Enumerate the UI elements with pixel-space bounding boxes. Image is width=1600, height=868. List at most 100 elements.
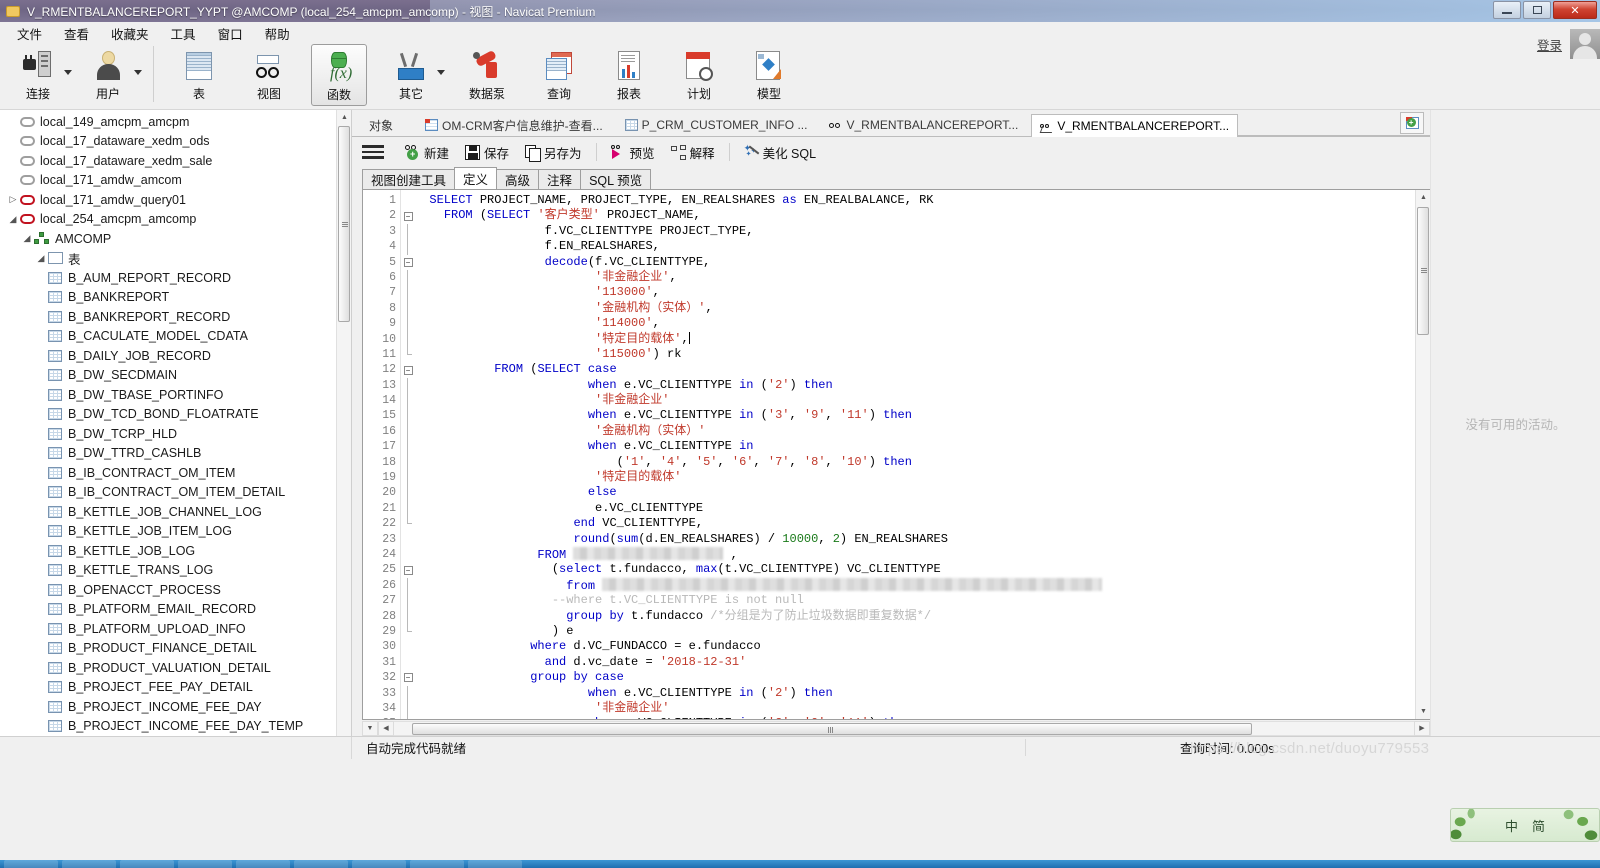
tree-item-table[interactable]: B_PROJECT_INCOME_FEE_DAY_TEMP bbox=[0, 717, 351, 737]
code-line[interactable]: when e.VC_CLIENTTYPE in ('2') then bbox=[415, 686, 1430, 701]
fold-marker[interactable]: − bbox=[401, 562, 415, 577]
chevron-down-icon[interactable] bbox=[134, 70, 142, 75]
toolbar-button-schedule[interactable]: 计划 bbox=[671, 44, 727, 106]
editor-horizontal-scrollbar[interactable]: ▼ ◀ ▶ bbox=[362, 720, 1430, 736]
toolbar-button-view[interactable]: 视图 bbox=[241, 44, 297, 106]
code-line[interactable]: '特定目的载体', bbox=[415, 332, 1430, 347]
toolbar-button-other[interactable]: 其它 bbox=[383, 44, 439, 106]
code-line[interactable]: end VC_CLIENTTYPE, bbox=[415, 516, 1430, 531]
tree-item-table[interactable]: B_DW_TBASE_PORTINFO bbox=[0, 385, 351, 405]
editor-vertical-scrollbar[interactable]: ▲ ▼ bbox=[1415, 190, 1430, 719]
fold-marker[interactable]: − bbox=[401, 362, 415, 377]
tree-item-connection[interactable]: local_149_amcpm_amcpm bbox=[0, 112, 351, 132]
menu-item-favorites[interactable]: 收藏夹 bbox=[100, 22, 160, 45]
code-line[interactable]: '114000', bbox=[415, 316, 1430, 331]
tree-item-connection[interactable]: local_17_dataware_xedm_ods bbox=[0, 132, 351, 152]
tree-item-table[interactable]: B_PROJECT_FEE_PAY_DETAIL bbox=[0, 678, 351, 698]
scroll-up-arrow[interactable]: ▲ bbox=[337, 110, 352, 125]
maximize-button[interactable] bbox=[1523, 1, 1551, 19]
tree-item-table[interactable]: B_PRODUCT_VALUATION_DETAIL bbox=[0, 658, 351, 678]
tree-item-table[interactable]: B_CACULATE_MODEL_CDATA bbox=[0, 327, 351, 347]
sidebar-scrollbar[interactable]: ▲ bbox=[336, 110, 351, 736]
hscroll-track[interactable] bbox=[394, 721, 1414, 736]
tree-item-table[interactable]: B_PLATFORM_UPLOAD_INFO bbox=[0, 619, 351, 639]
connection-tree[interactable]: local_149_amcpm_amcpmlocal_17_dataware_x… bbox=[0, 110, 351, 736]
code-line[interactable]: decode(f.VC_CLIENTTYPE, bbox=[415, 255, 1430, 270]
toolbar-button-user[interactable]: 用户 bbox=[80, 44, 136, 106]
code-line[interactable]: when e.VC_CLIENTTYPE in ('3', '9', '11')… bbox=[415, 408, 1430, 423]
document-tab[interactable]: P_CRM_CUSTOMER_INFO ... bbox=[616, 113, 817, 136]
toolbar-button-model[interactable]: 模型 bbox=[741, 44, 797, 106]
menu-item-tools[interactable]: 工具 bbox=[160, 22, 207, 45]
tree-item-table[interactable]: B_PRODUCT_FINANCE_DETAIL bbox=[0, 639, 351, 659]
code-line[interactable]: and d.vc_date = '2018-12-31' bbox=[415, 655, 1430, 670]
code-line[interactable]: '115000') rk bbox=[415, 347, 1430, 362]
hscroll-dropdown-icon[interactable]: ▼ bbox=[362, 721, 378, 736]
ime-language-bar[interactable]: 中 简 bbox=[1450, 808, 1600, 842]
code-line[interactable]: FROM (SELECT '客户类型' PROJECT_NAME, bbox=[415, 208, 1430, 223]
tree-expander[interactable]: ◢ bbox=[34, 253, 48, 264]
tree-item-tables-folder[interactable]: ◢表 bbox=[0, 249, 351, 269]
toolbar-button-table[interactable]: 表 bbox=[171, 44, 227, 106]
object-tree-sidebar[interactable]: local_149_amcpm_amcpmlocal_17_dataware_x… bbox=[0, 110, 352, 736]
menu-item-view[interactable]: 查看 bbox=[53, 22, 100, 45]
code-line[interactable]: when e.VC_CLIENTTYPE in bbox=[415, 439, 1430, 454]
code-line[interactable]: group by t.fundacco /*分组是为了防止垃圾数据即重复数据*/ bbox=[415, 609, 1430, 624]
new-tab-button[interactable]: + bbox=[1400, 112, 1424, 134]
tree-item-schema[interactable]: ◢AMCOMP bbox=[0, 229, 351, 249]
explain-button[interactable]: 解释 bbox=[664, 141, 722, 164]
editor-scroll-thumb[interactable] bbox=[1417, 207, 1429, 335]
chevron-down-icon[interactable] bbox=[437, 70, 445, 75]
scroll-down-arrow[interactable]: ▼ bbox=[1416, 704, 1430, 719]
tree-item-table[interactable]: B_DW_TTRD_CASHLB bbox=[0, 444, 351, 464]
tree-expander[interactable]: ◢ bbox=[20, 233, 34, 244]
toolbar-button-report[interactable]: 报表 bbox=[601, 44, 657, 106]
tree-item-table[interactable]: B_KETTLE_JOB_LOG bbox=[0, 541, 351, 561]
editor-sub-tabs[interactable]: 视图创建工具定义高级注释SQL 预览 bbox=[352, 167, 1430, 189]
code-line[interactable]: '特定目的载体' bbox=[415, 470, 1430, 485]
minimize-button[interactable] bbox=[1493, 1, 1521, 19]
tree-item-table[interactable]: B_AUM_REPORT_RECORD bbox=[0, 268, 351, 288]
code-line[interactable]: SELECT PROJECT_NAME, PROJECT_TYPE, EN_RE… bbox=[415, 193, 1430, 208]
save-button[interactable]: 保存 bbox=[458, 141, 516, 164]
document-tab[interactable]: OM-CRM客户信息维护-查看... bbox=[416, 113, 612, 136]
scroll-up-arrow[interactable]: ▲ bbox=[1416, 190, 1430, 205]
preview-button[interactable]: 预览 bbox=[604, 141, 662, 164]
beautify-sql-button[interactable]: ✦✦✦ 美化 SQL bbox=[737, 141, 824, 164]
code-line[interactable]: when e.VC_CLIENTTYPE in ('3', '9', '11')… bbox=[415, 716, 1430, 719]
code-line[interactable]: '金融机构（实体）' bbox=[415, 424, 1430, 439]
menu-item-help[interactable]: 帮助 bbox=[254, 22, 301, 45]
code-line[interactable]: --where t.VC_CLIENTTYPE is not null bbox=[415, 593, 1430, 608]
code-line[interactable]: FROM (SELECT case bbox=[415, 362, 1430, 377]
code-line[interactable]: '非金融企业', bbox=[415, 270, 1430, 285]
code-line[interactable]: '113000', bbox=[415, 285, 1430, 300]
hamburger-icon[interactable] bbox=[362, 143, 384, 161]
code-line[interactable]: where d.VC_FUNDACCO = e.fundacco bbox=[415, 639, 1430, 654]
tree-expander[interactable]: ▷ bbox=[6, 194, 20, 205]
tree-item-table[interactable]: B_PLATFORM_EMAIL_RECORD bbox=[0, 600, 351, 620]
document-tab[interactable]: V_RMENTBALANCEREPORT... bbox=[820, 113, 1027, 136]
scroll-right-arrow[interactable]: ▶ bbox=[1414, 721, 1430, 736]
tree-item-table[interactable]: B_BANKREPORT bbox=[0, 288, 351, 308]
tree-item-table[interactable]: B_IB_CONTRACT_OM_ITEM bbox=[0, 463, 351, 483]
code-line[interactable]: (select t.fundacco, max(t.VC_CLIENTTYPE)… bbox=[415, 562, 1430, 577]
fold-marker[interactable]: − bbox=[401, 255, 415, 270]
tree-item-connection[interactable]: local_171_amdw_amcom bbox=[0, 171, 351, 191]
ime-mode-label[interactable]: 简 bbox=[1532, 816, 1545, 835]
tree-item-table[interactable]: B_DW_SECDMAIN bbox=[0, 366, 351, 386]
code-line[interactable]: FROM , bbox=[415, 547, 1430, 562]
scroll-left-arrow[interactable]: ◀ bbox=[378, 721, 394, 736]
code-line[interactable]: else bbox=[415, 485, 1430, 500]
code-line[interactable]: from bbox=[415, 578, 1430, 593]
toolbar-button-query[interactable]: 查询 bbox=[531, 44, 587, 106]
tree-item-table[interactable]: B_KETTLE_JOB_ITEM_LOG bbox=[0, 522, 351, 542]
tree-item-table[interactable]: B_KETTLE_TRANS_LOG bbox=[0, 561, 351, 581]
tree-item-table[interactable]: B_DW_TCRP_HLD bbox=[0, 424, 351, 444]
code-line[interactable]: round(sum(d.EN_REALSHARES) / 10000, 2) E… bbox=[415, 532, 1430, 547]
code-line[interactable]: '非金融企业' bbox=[415, 701, 1430, 716]
sub-tab[interactable]: 定义 bbox=[454, 167, 497, 189]
tree-item-table[interactable]: B_PROJECT_INCOME_FEE_DAY bbox=[0, 697, 351, 717]
toolbar-button-connection[interactable]: 连接 bbox=[10, 44, 66, 106]
code-line[interactable]: '金融机构（实体）', bbox=[415, 301, 1430, 316]
save-as-button[interactable]: 另存为 bbox=[518, 141, 589, 164]
